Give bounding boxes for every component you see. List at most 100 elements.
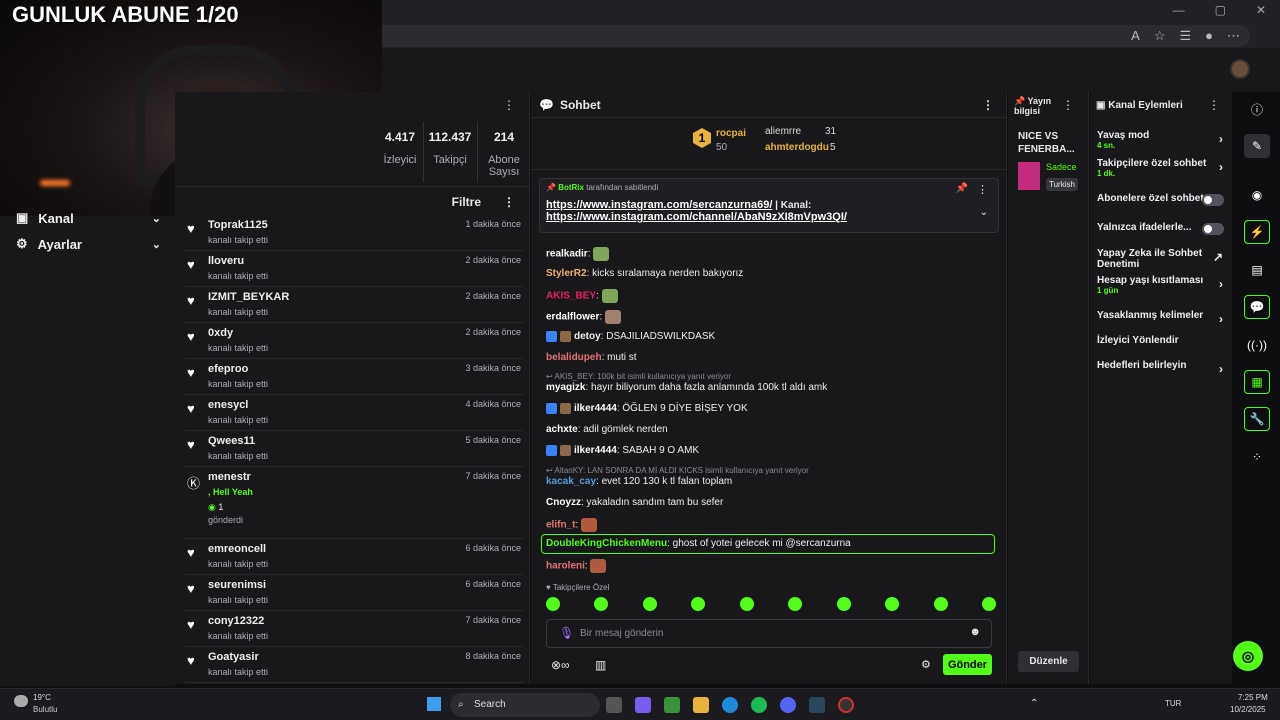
activity-username[interactable]: menestr bbox=[208, 471, 251, 483]
activity-row[interactable]: ♥ efeproo kanalı takip etti 3 dakika önce bbox=[185, 359, 523, 395]
activity-row[interactable]: ♥ 0xdy kanalı takip etti 2 dakika önce bbox=[185, 323, 523, 359]
activity-username[interactable]: Toprak1125 bbox=[208, 219, 268, 231]
chat-icon[interactable]: 💬 bbox=[1244, 295, 1270, 319]
read-aloud-icon[interactable]: A bbox=[1131, 28, 1140, 44]
chat-username[interactable]: StylerR2 bbox=[546, 268, 587, 279]
chat-username[interactable]: Cnoyzz bbox=[546, 497, 581, 508]
emote-icon[interactable] bbox=[885, 597, 900, 611]
sidebar-item-kanal[interactable]: ▣ Kanal ⌄ bbox=[16, 210, 161, 226]
more-options-icon[interactable]: ⋮ bbox=[503, 98, 515, 112]
emote-icon[interactable] bbox=[590, 559, 607, 573]
action-item[interactable]: Hedefleri belirleyin › bbox=[1097, 360, 1227, 376]
emote-icon[interactable] bbox=[604, 310, 621, 324]
more-options-icon[interactable]: ⋮ bbox=[1062, 98, 1074, 112]
pin-icon[interactable]: 📌 bbox=[956, 183, 968, 194]
sidebar-item-ayarlar[interactable]: ⚙ Ayarlar ⌄ bbox=[16, 236, 161, 252]
pinned-link-instagram[interactable]: https://www.instagram.com/sercanzurna69/ bbox=[546, 199, 772, 211]
category-tag[interactable]: Turkish bbox=[1046, 178, 1078, 191]
activity-row[interactable]: ♥ IZMIT_BEYKAR kanalı takip etti 2 dakika ö… bbox=[185, 287, 523, 323]
user-avatar[interactable] bbox=[1230, 59, 1250, 79]
activity-row[interactable]: ♥ Qwees11 kanalı takip etti 5 dakika önce bbox=[185, 431, 523, 467]
task-view-icon[interactable] bbox=[606, 697, 622, 713]
chat-username[interactable]: haroleni bbox=[546, 561, 585, 572]
emote-icon[interactable] bbox=[581, 518, 598, 532]
emote-icon[interactable] bbox=[691, 597, 706, 611]
spotify-icon[interactable] bbox=[751, 697, 767, 713]
minimize-icon[interactable]: — bbox=[1173, 3, 1185, 17]
activity-row[interactable]: ♥ Toprak1125 kanalı takip etti 1 dakika önc… bbox=[185, 215, 523, 251]
emote-icon[interactable] bbox=[933, 597, 948, 611]
action-item[interactable]: Hesap yaşı kısıtlaması 1 gün › bbox=[1097, 275, 1227, 295]
emote-icon[interactable] bbox=[601, 289, 618, 303]
info-icon[interactable]: ⓘ bbox=[1244, 97, 1270, 121]
document-icon[interactable]: ▤ bbox=[1244, 258, 1270, 282]
chat-username[interactable]: ilker4444 bbox=[574, 445, 617, 456]
pinned-link-channel[interactable]: https://www.instagram.com/channel/AbaN9z… bbox=[546, 211, 847, 223]
more-options-icon[interactable]: ⋮ bbox=[977, 183, 988, 196]
action-item[interactable]: Yapay Zeka ile Sohbet Denetimi ↗ bbox=[1097, 248, 1227, 270]
clock-time[interactable]: 7:25 PM bbox=[1238, 693, 1268, 702]
action-item[interactable]: Takipçilere özel sohbet 1 dk. › bbox=[1097, 158, 1227, 178]
gift-icon[interactable]: ▥ bbox=[595, 658, 606, 672]
broadcast-icon[interactable]: ((·)) bbox=[1244, 333, 1270, 357]
toggle-switch[interactable] bbox=[1202, 223, 1224, 235]
reply-context[interactable]: ↩ AKIS_BEY: 100k bit isimli kullanıcıya … bbox=[546, 372, 731, 381]
camera-icon[interactable]: ◉ bbox=[1244, 183, 1270, 207]
action-item[interactable]: İzleyici Yönlendir bbox=[1097, 335, 1227, 346]
emote-icon[interactable] bbox=[593, 247, 610, 261]
emoji-icon[interactable]: ☻ bbox=[969, 626, 981, 638]
language-indicator[interactable]: TUR bbox=[1165, 699, 1181, 708]
chat-username[interactable]: AKIS_BEY bbox=[546, 291, 596, 302]
edge-icon[interactable] bbox=[722, 697, 738, 713]
maximize-icon[interactable]: ▢ bbox=[1215, 3, 1226, 17]
activity-row[interactable]: ♥ enesycl kanalı takip etti 4 dakika önce bbox=[185, 395, 523, 431]
action-item[interactable]: Yasaklanmış kelimeler › bbox=[1097, 310, 1227, 326]
emote-icon[interactable] bbox=[642, 597, 657, 611]
chevron-down-icon[interactable]: ⌄ bbox=[980, 207, 988, 218]
action-item[interactable]: Yavaş mod 4 sn. › bbox=[1097, 130, 1227, 150]
activity-username[interactable]: enesycl bbox=[208, 399, 248, 411]
activity-row[interactable]: ♥ seurenimsi kanalı takip etti 6 dakika önc… bbox=[185, 575, 523, 611]
toggle-switch[interactable] bbox=[1202, 194, 1224, 206]
activity-row[interactable]: ♥ lloveru kanalı takip etti 2 dakika önce bbox=[185, 251, 523, 287]
activity-username[interactable]: seurenimsi bbox=[208, 579, 266, 591]
activity-username[interactable]: 0xdy bbox=[208, 327, 233, 339]
copilot-icon[interactable] bbox=[635, 697, 651, 713]
filter-button[interactable]: Filtre bbox=[452, 195, 481, 209]
windows-start-icon[interactable] bbox=[427, 697, 441, 711]
url-bar[interactable] bbox=[382, 25, 1250, 47]
weather-icon[interactable] bbox=[14, 695, 28, 707]
activity-username[interactable]: lloveru bbox=[208, 255, 244, 267]
chat-username[interactable]: achxte bbox=[546, 424, 578, 435]
profile-icon[interactable]: ● bbox=[1205, 28, 1213, 44]
chat-username[interactable]: elifn_t bbox=[546, 520, 575, 531]
activity-username[interactable]: IZMIT_BEYKAR bbox=[208, 291, 289, 303]
more-options-icon[interactable]: ⋮ bbox=[1208, 98, 1220, 112]
emote-icon[interactable] bbox=[739, 597, 754, 611]
tray-chevron-icon[interactable]: ⌃ bbox=[1030, 698, 1038, 709]
points-icon[interactable]: ⊗∞ bbox=[551, 658, 570, 672]
chat-input[interactable]: 🎙 Bir mesaj gönderin ☻ bbox=[546, 619, 992, 648]
more-options-icon[interactable]: ⋮ bbox=[982, 98, 994, 112]
chat-username[interactable]: realkadir bbox=[546, 249, 588, 260]
lightning-icon[interactable]: ⚡ bbox=[1244, 220, 1270, 244]
chat-username[interactable]: detoy bbox=[574, 331, 601, 342]
file-explorer-icon[interactable] bbox=[693, 697, 709, 713]
support-chat-button[interactable]: ◎ bbox=[1233, 641, 1263, 671]
discord-icon[interactable] bbox=[780, 697, 796, 713]
wrench-icon[interactable]: 🔧 bbox=[1244, 407, 1270, 431]
chat-username[interactable]: ilker4444 bbox=[574, 403, 617, 414]
favorite-star-icon[interactable]: ☆ bbox=[1154, 28, 1166, 44]
edit-button[interactable]: Düzenle bbox=[1018, 651, 1079, 672]
emote-icon[interactable] bbox=[594, 597, 609, 611]
chat-username[interactable]: erdalflower bbox=[546, 312, 599, 323]
chat-username[interactable]: belalidupeh bbox=[546, 352, 602, 363]
chat-username[interactable]: DoubleKingChickenMenu bbox=[546, 538, 667, 549]
emote-icon[interactable] bbox=[981, 597, 996, 611]
collections-icon[interactable]: ☰ bbox=[1179, 28, 1191, 44]
apps-icon[interactable]: ⁘ bbox=[1244, 445, 1270, 469]
emote-icon[interactable] bbox=[836, 597, 851, 611]
activity-row[interactable]: ♥ cony12322 kanalı takip etti 7 dakika önce bbox=[185, 611, 523, 647]
taskbar-search[interactable]: ⌕ Search bbox=[450, 693, 600, 717]
close-icon[interactable]: ✕ bbox=[1256, 3, 1266, 17]
